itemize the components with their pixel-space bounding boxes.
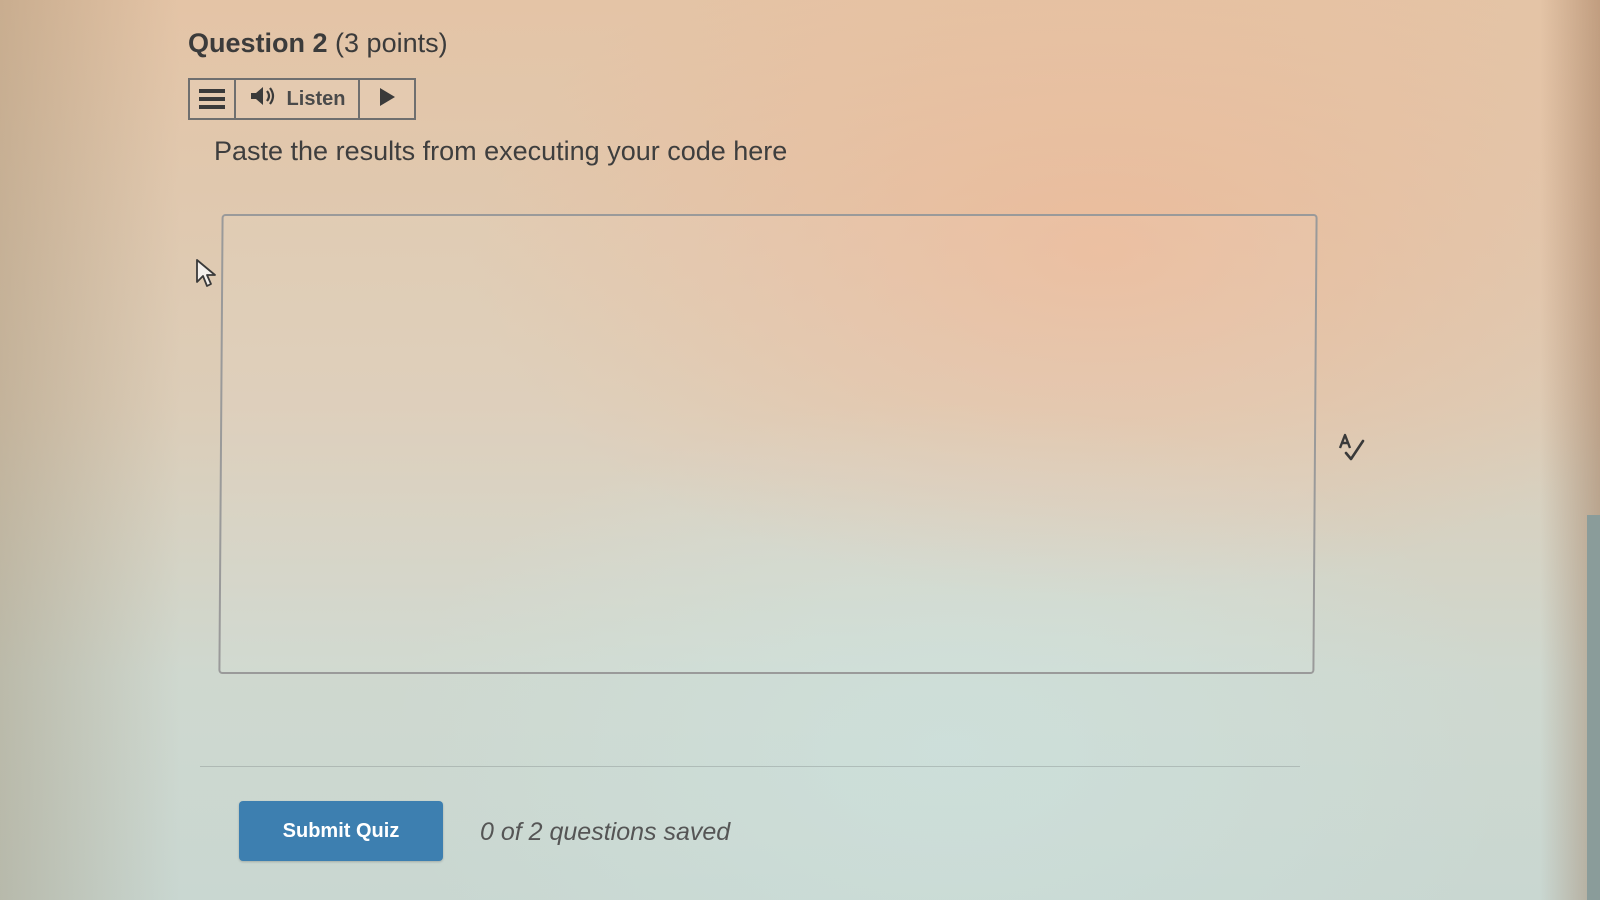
read-aloud-toolbar: Listen — [188, 78, 416, 120]
answer-textarea[interactable] — [218, 214, 1318, 674]
question-points: (3 points) — [335, 28, 448, 58]
window-edge — [1587, 515, 1600, 900]
question-prompt: Paste the results from executing your co… — [214, 136, 788, 166]
hamburger-menu-icon[interactable] — [190, 80, 236, 118]
mouse-pointer-icon — [195, 258, 217, 292]
play-icon — [378, 87, 396, 111]
listen-button[interactable]: Listen — [236, 80, 360, 118]
question-number: Question 2 — [188, 28, 328, 58]
play-button[interactable] — [360, 80, 414, 118]
save-status-text: 0 of 2 questions saved — [480, 818, 731, 846]
spellcheck-icon[interactable] — [1336, 432, 1366, 466]
background-shade-left — [0, 0, 180, 900]
footer-divider — [200, 766, 1300, 767]
listen-label: Listen — [286, 87, 346, 110]
speaker-icon — [249, 85, 277, 113]
question-title: Question 2 (3 points) — [188, 28, 448, 59]
submit-quiz-button[interactable]: Submit Quiz — [239, 801, 443, 861]
